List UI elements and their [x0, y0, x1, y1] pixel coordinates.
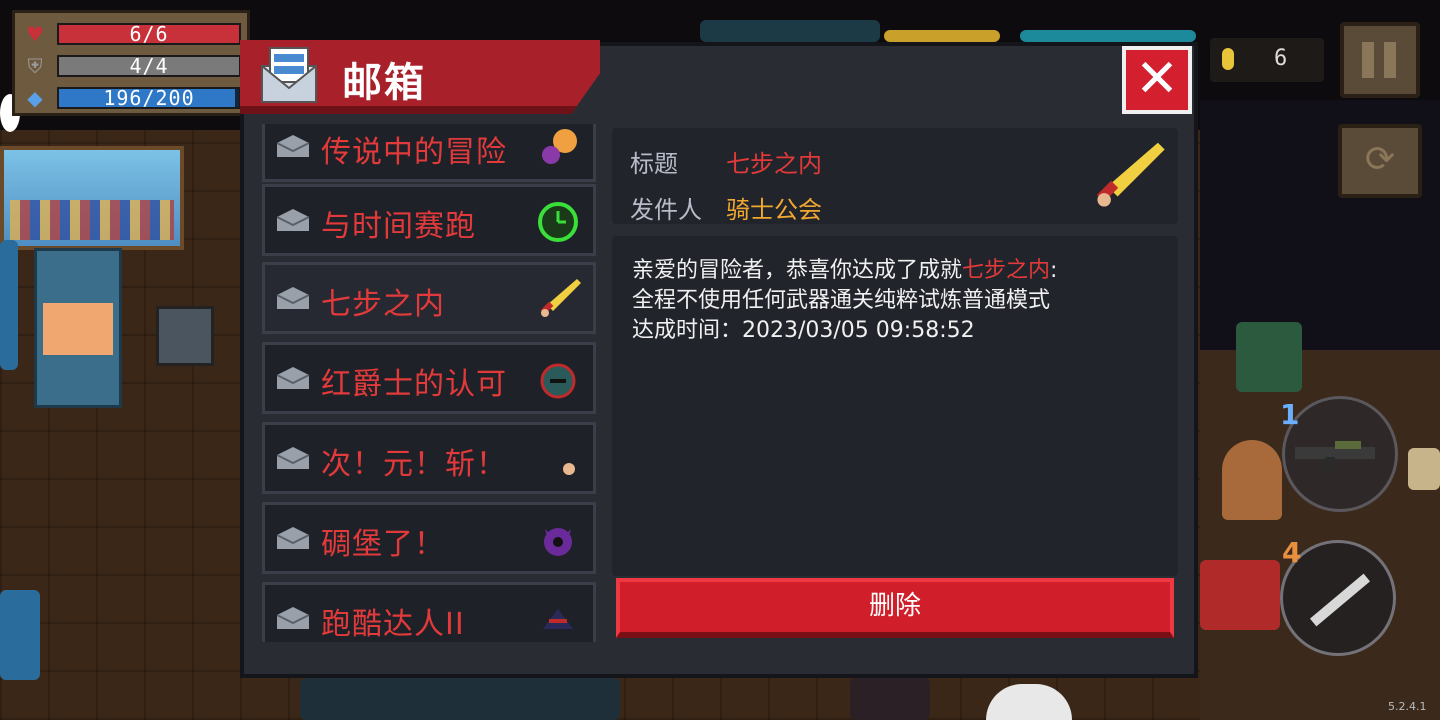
mail-detail-body: 亲爱的冒险者，恭喜你达成了成就七步之内: 全程不使用任何武器通关纯粹试炼普通模式…: [612, 236, 1178, 576]
armor-value: 4/4: [129, 54, 169, 78]
hp-row: ♥ 6/6: [21, 21, 247, 47]
sword-icon: [540, 279, 581, 317]
mailbox-title: 邮箱: [342, 60, 426, 106]
message-line-2: 全程不使用任何武器通关纯粹试炼普通模式: [632, 288, 1051, 313]
envelope-icon: [277, 367, 309, 389]
envelope-icon: [277, 287, 309, 309]
message-line-1: 亲爱的冒险者，恭喜你达成了成就七步之内:: [632, 258, 1058, 283]
energy-row: ◆ 196/200: [21, 85, 247, 111]
mail-item-title: 红爵士的认可: [321, 367, 507, 402]
pause-button[interactable]: [1340, 22, 1420, 98]
energy-bar: 196/200: [57, 87, 241, 109]
delete-button[interactable]: 删除: [616, 578, 1174, 638]
hp-bar: 6/6: [57, 23, 241, 45]
envelope-icon: [277, 447, 309, 469]
mail-item-title: 碉堡了！: [321, 527, 445, 562]
coin-value: 6: [1274, 46, 1288, 71]
close-icon: ✕: [1135, 49, 1179, 109]
shield-icon: ⛨: [27, 54, 43, 78]
envelope-icon: [277, 527, 309, 549]
gacha-machine: [34, 248, 122, 408]
mail-item-title: 跑酷达人II: [321, 607, 465, 642]
heart-icon: ♥: [26, 22, 44, 46]
energy-crystal-icon: ◆: [27, 86, 43, 110]
mail-item-title: 七步之内: [321, 287, 445, 322]
mail-item[interactable]: 碉堡了！: [262, 502, 596, 574]
message-line-3: 达成时间：2023/03/05 09:58:52: [632, 318, 975, 343]
armor-row: ⛨ 4/4: [21, 53, 247, 79]
hero-poster: [0, 146, 184, 250]
mail-envelope-icon: [261, 47, 317, 103]
swap-character-button[interactable]: ⟳: [1338, 124, 1422, 198]
weapon-slot-number: 1: [1280, 398, 1300, 431]
rifle-icon: [1295, 441, 1375, 473]
mail-item-title: 与时间赛跑: [321, 209, 476, 244]
mail-item[interactable]: 传说中的冒险: [262, 124, 596, 182]
title-label: 标题: [630, 150, 678, 178]
coin-counter: 6: [1210, 38, 1324, 82]
player-stats-panel: ♥ 6/6 ⛨ 4/4 ◆ 196/200: [12, 10, 250, 116]
mail-item[interactable]: 次！元！斩！: [262, 422, 596, 494]
armor-bar: 4/4: [57, 55, 241, 77]
energy-value: 196/200: [103, 86, 195, 110]
swap-icon: ⟳: [1364, 139, 1396, 180]
pause-icon: [1362, 42, 1374, 78]
crescent-blade-icon: [535, 441, 575, 481]
coin-icon: [1222, 48, 1234, 70]
sender-label: 发件人: [630, 196, 702, 224]
mail-detail-header: 标题 七步之内 发件人 骑士公会: [612, 128, 1178, 224]
blade-skill-icon: [1309, 573, 1371, 627]
close-button[interactable]: ✕: [1122, 46, 1192, 114]
achievement-name: 七步之内: [962, 258, 1051, 283]
title-value: 七步之内: [726, 150, 822, 178]
mail-item-title: 次！元！斩！: [321, 447, 507, 482]
version-label: 5.2.4.1: [1388, 700, 1427, 713]
helmet-icon: [540, 363, 576, 399]
purple-demon-icon: [544, 528, 572, 556]
mail-item-title: 传说中的冒险: [321, 135, 507, 170]
mail-item[interactable]: 红爵士的认可: [262, 342, 596, 414]
skill-slot-number: 4: [1282, 536, 1302, 569]
clock-icon: [538, 202, 578, 242]
mail-item[interactable]: 与时间赛跑: [262, 184, 596, 256]
envelope-icon: [277, 135, 309, 157]
hp-value: 6/6: [129, 22, 169, 46]
mail-list[interactable]: 传说中的冒险 与时间赛跑 七步之内 红爵士的认可 次！元！斩！ 碉堡了！ 跑酷达…: [262, 124, 598, 642]
storage-crate: [156, 306, 214, 366]
hero-icon: [542, 129, 577, 164]
achievement-sword-icon: [1096, 142, 1165, 207]
ninja-icon: [543, 609, 573, 629]
mail-item-selected[interactable]: 七步之内: [262, 262, 596, 334]
mail-item[interactable]: 跑酷达人II: [262, 582, 596, 642]
envelope-icon: [277, 607, 309, 629]
sender-value: 骑士公会: [726, 196, 822, 224]
envelope-icon: [277, 209, 309, 231]
